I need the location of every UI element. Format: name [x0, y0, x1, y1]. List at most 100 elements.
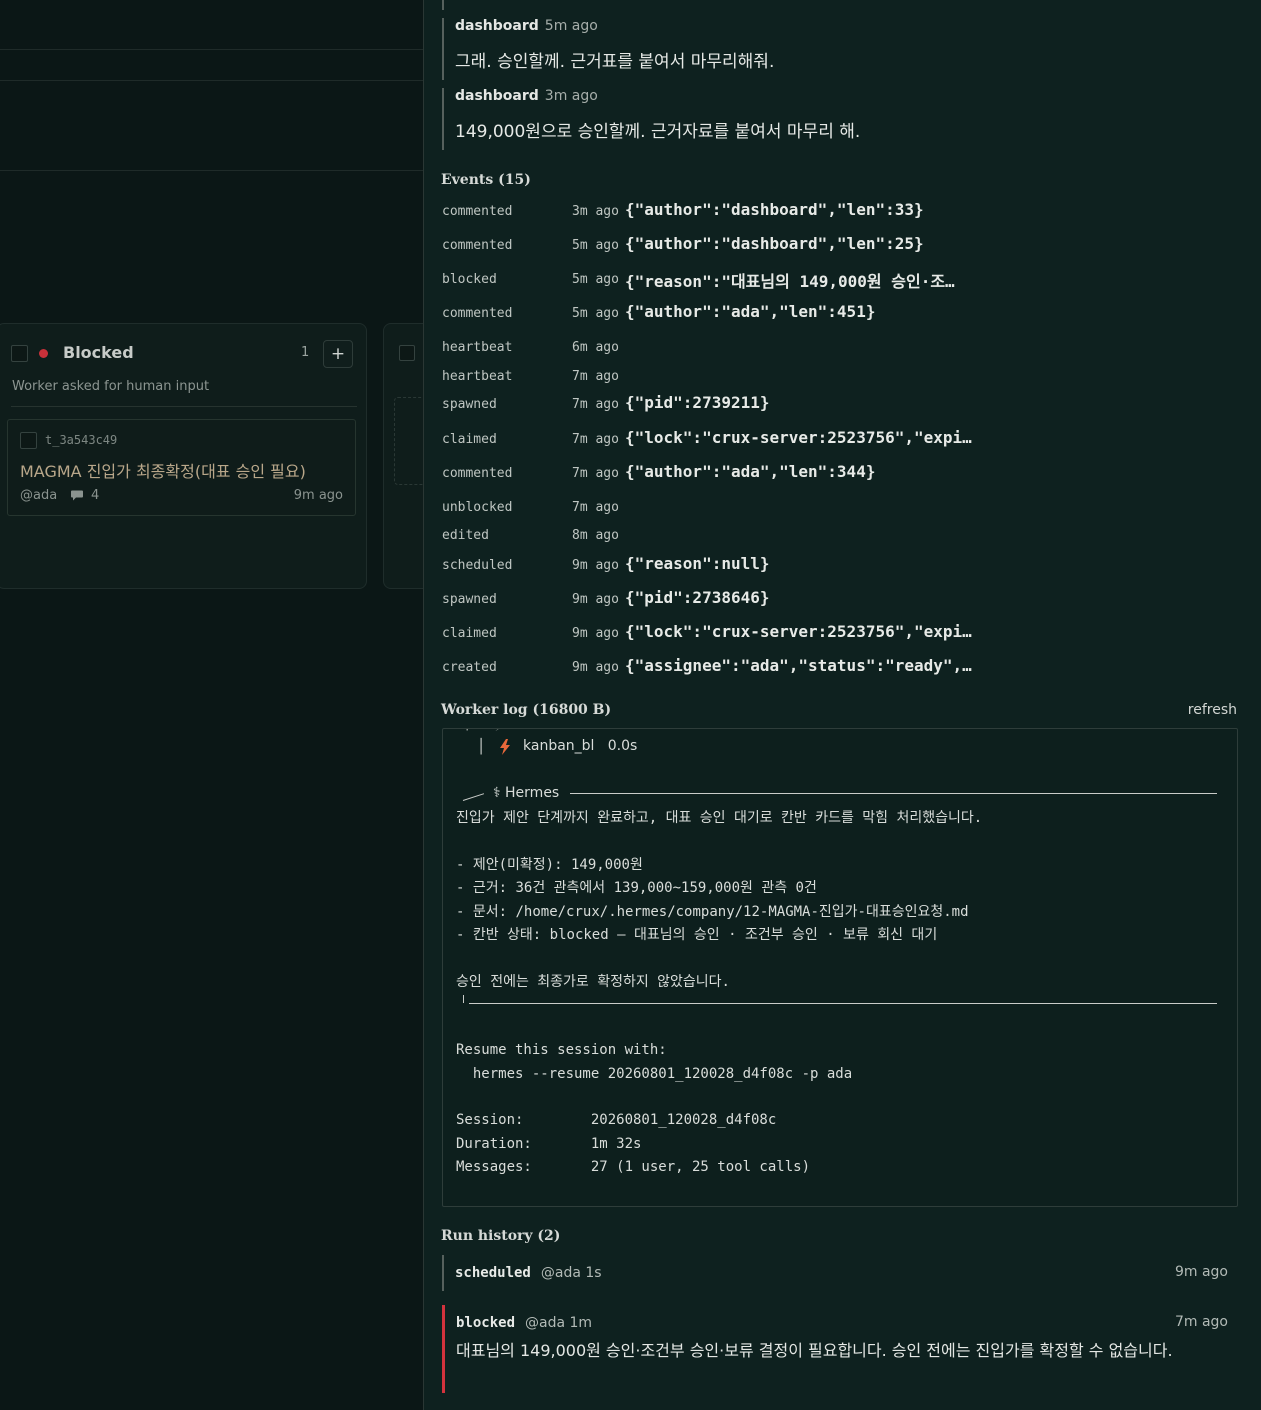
event-time: 7m ago — [572, 500, 619, 515]
event-type: commented — [442, 466, 513, 481]
card-select-checkbox[interactable] — [20, 432, 37, 449]
event-payload: {"reason":null} — [625, 554, 770, 573]
event-type: claimed — [442, 432, 497, 447]
run-history-item[interactable]: blocked @ada 1m 7m ago 대표님의 149,000원 승인·조… — [442, 1305, 1238, 1393]
drop-placeholder — [394, 397, 423, 485]
card-comment-count: 4 — [91, 488, 100, 503]
divider — [11, 406, 357, 407]
comment: dashboard 5m ago 그래. 승인할께. 근거표를 붙여서 마무리해줘… — [442, 18, 774, 80]
run-time: 7m ago — [1174, 1314, 1228, 1330]
event-payload: {"lock":"crux-server:2523756","expi… — [625, 428, 972, 447]
run-time: 9m ago — [1174, 1264, 1228, 1280]
run-summary: 대표님의 149,000원 승인·조건부 승인·보류 결정이 필요합니다. 승인… — [456, 1341, 1173, 1360]
event-time: 7m ago — [572, 397, 619, 412]
log-line: - 문서: /home/crux/.hermes/company/12-MAGM… — [456, 904, 969, 920]
run-history-item[interactable]: scheduled @ada 1s 9m ago — [442, 1255, 1238, 1291]
add-card-button[interactable]: + — [323, 340, 353, 368]
divider — [0, 170, 423, 171]
event-time: 5m ago — [572, 272, 619, 287]
events-title: Events (15) — [441, 172, 531, 188]
event-time: 5m ago — [572, 306, 619, 321]
event-time: 8m ago — [572, 528, 619, 543]
event-type: commented — [442, 238, 513, 253]
event-payload: {"lock":"crux-server:2523756","expi… — [625, 622, 972, 641]
card-id: t_3a543c49 — [45, 433, 118, 447]
column-select-checkbox[interactable] — [399, 345, 415, 361]
event-type: created — [442, 660, 497, 675]
event-type: spawned — [442, 397, 497, 412]
event-type: blocked — [442, 272, 497, 287]
column-select-checkbox[interactable] — [11, 345, 28, 362]
run-status: blocked — [456, 1315, 516, 1331]
event-payload: {"author":"ada","len":344} — [625, 462, 876, 481]
kanban-board: Blocked 1 + Worker asked for human input… — [0, 0, 423, 1410]
column-subtitle: Worker asked for human input — [12, 379, 210, 394]
comment-icon — [71, 490, 83, 501]
event-time: 7m ago — [572, 369, 619, 384]
comment-body: 그래. 승인할께. 근거표를 붙여서 마무리해줘. — [455, 52, 775, 72]
comment-border — [442, 0, 444, 10]
task-detail-panel: dashboard 5m ago 그래. 승인할께. 근거표를 붙여서 마무리해줘… — [423, 0, 1261, 1410]
divider — [0, 49, 423, 50]
log-line: 승인 전에는 최종가로 확정하지 않았습니다. — [456, 974, 730, 990]
column-next — [383, 323, 423, 589]
log-tool-bar: │ — [477, 739, 486, 755]
event-type: commented — [442, 204, 513, 219]
comment-body: 149,000원으로 승인할께. 근거자료를 붙여서 마무리 해. — [455, 122, 861, 142]
duration-line: Duration: 1m 32s — [456, 1136, 642, 1152]
worker-log-title: Worker log (16800 B) — [441, 702, 612, 718]
log-line: - 근거: 36건 관측에서 139,000~159,000원 관측 0건 — [456, 880, 817, 896]
run-history-title: Run history (2) — [441, 1228, 561, 1244]
log-line: 진입가 제안 단계까지 완료하고, 대표 승인 대기로 칸반 카드를 막힘 처리… — [456, 810, 983, 826]
event-type: edited — [442, 528, 489, 543]
event-time: 3m ago — [572, 204, 619, 219]
event-payload: {"pid":2739211} — [625, 393, 770, 412]
event-payload: {"author":"dashboard","len":25} — [625, 234, 924, 253]
box-corner — [462, 793, 485, 801]
comment-author: dashboard — [455, 18, 539, 34]
event-type: commented — [442, 306, 513, 321]
event-type: unblocked — [442, 500, 513, 515]
resume-label: Resume this session with: — [456, 1042, 667, 1058]
event-payload: {"reason":"대표님의 149,000원 승인·조… — [625, 272, 955, 291]
event-payload: {"author":"dashboard","len":33} — [625, 200, 924, 219]
log-tool-line: kanban_bl 0.0s — [523, 738, 638, 754]
event-time: 9m ago — [572, 660, 619, 675]
column-title: Blocked — [63, 343, 134, 362]
run-meta: @ada 1m — [525, 1315, 593, 1331]
card-title: MAGMA 진입가 최종확정(대표 승인 필요) — [20, 462, 306, 481]
event-type: scheduled — [442, 558, 513, 573]
task-card[interactable]: t_3a543c49 MAGMA 진입가 최종확정(대표 승인 필요) @ada… — [7, 419, 356, 516]
status-dot-icon — [39, 349, 48, 358]
worker-log[interactable]: ⁝ ⚡ │ kanban_bl 0.0s ⚕ Hermes 진입가 제안 단계까… — [442, 728, 1238, 1207]
messages-line: Messages: 27 (1 user, 25 tool calls) — [456, 1159, 811, 1175]
event-type: heartbeat — [442, 340, 513, 355]
run-meta: @ada 1s — [540, 1265, 602, 1281]
box-corner — [463, 995, 464, 1003]
event-time: 6m ago — [572, 340, 619, 355]
comment-time: 3m ago — [544, 88, 598, 104]
box-top-rule — [570, 793, 1217, 794]
comment-author: dashboard — [455, 88, 539, 104]
comment-time: 5m ago — [544, 18, 598, 34]
event-payload: {"author":"ada","len":451} — [625, 302, 876, 321]
box-bottom-rule — [469, 1003, 1217, 1004]
event-type: spawned — [442, 592, 497, 607]
hermes-box-label: Hermes — [505, 785, 560, 801]
card-assignee: @ada — [20, 488, 58, 503]
lightning-icon — [500, 739, 510, 755]
event-time: 5m ago — [572, 238, 619, 253]
refresh-button[interactable]: refresh — [1188, 702, 1237, 718]
log-line-cut: ⁝ ⚡ — [465, 729, 503, 735]
event-payload: {"pid":2738646} — [625, 588, 770, 607]
column-count: 1 — [301, 345, 310, 360]
event-type: claimed — [442, 626, 497, 641]
comment-header: dashboard 3m ago — [455, 88, 860, 104]
column-blocked: Blocked 1 + Worker asked for human input… — [0, 323, 367, 589]
comment-header: dashboard 5m ago — [455, 18, 774, 34]
card-age: 9m ago — [293, 488, 343, 503]
log-line: - 제안(미확정): 149,000원 — [456, 857, 643, 873]
session-line: Session: 20260801_120028_d4f08c — [456, 1112, 777, 1128]
resume-command: hermes --resume 20260801_120028_d4f08c -… — [456, 1066, 853, 1082]
event-payload: {"assignee":"ada","status":"ready",… — [625, 656, 972, 675]
